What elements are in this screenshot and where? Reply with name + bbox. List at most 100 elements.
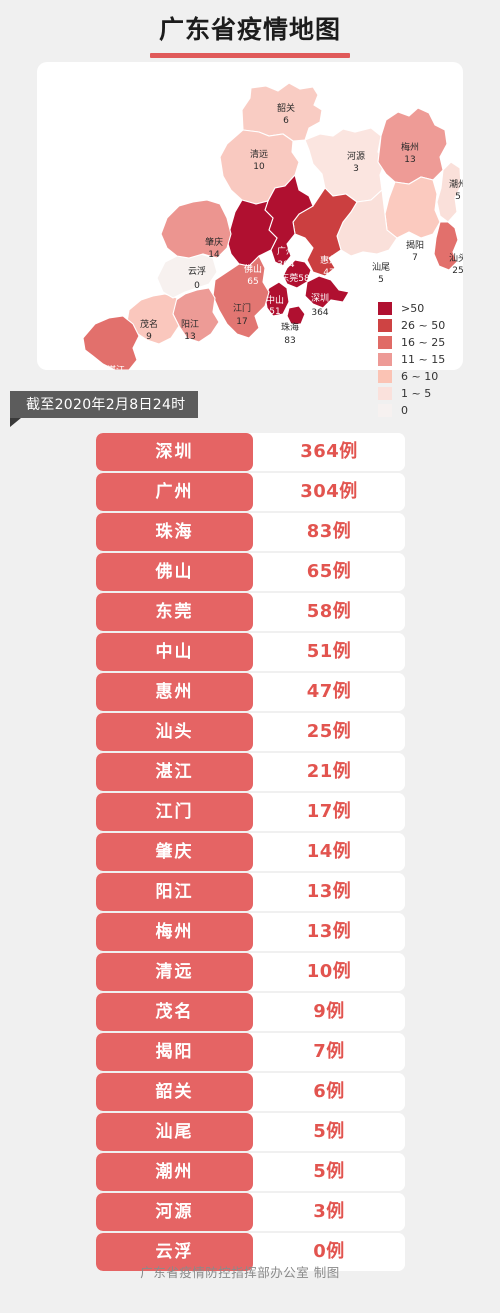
- region-zhuhai[interactable]: [286, 305, 306, 325]
- table-row-count-cell: 7例: [253, 1033, 405, 1071]
- table-row[interactable]: 阳江 13例: [96, 873, 405, 911]
- date-banner-text: 截至2020年2月8日24时: [26, 396, 186, 413]
- legend-label: >50: [401, 301, 425, 315]
- map-label-shaoguan: 韶关: [277, 102, 295, 114]
- table-row[interactable]: 茂名 9例: [96, 993, 405, 1031]
- table-row-city-name: 湛江: [155, 761, 194, 782]
- map-value-meizhou: 13: [404, 155, 415, 165]
- table-row[interactable]: 佛山 65例: [96, 553, 405, 591]
- table-row[interactable]: 中山 51例: [96, 633, 405, 671]
- table-row-city-name: 广州: [155, 481, 194, 502]
- table-row[interactable]: 河源 3例: [96, 1193, 405, 1231]
- table-row-count-value: 10例: [306, 961, 352, 982]
- table-row[interactable]: 潮州 5例: [96, 1153, 405, 1191]
- table-row[interactable]: 湛江 21例: [96, 753, 405, 791]
- map-value-chaozhou: 5: [455, 192, 461, 202]
- map-legend: >50 26 ~ 50 16 ~ 25 11 ~ 15 6 ~ 10 1 ~ 5: [378, 300, 464, 419]
- legend-label: 1 ~ 5: [401, 386, 432, 400]
- map-label-shenzhen: 深圳: [311, 293, 329, 304]
- map-value-maoming: 9: [146, 332, 152, 342]
- table-row[interactable]: 肇庆 14例: [96, 833, 405, 871]
- table-row-city-pill: 韶关: [96, 1073, 253, 1111]
- table-row-city-pill: 深圳: [96, 433, 253, 471]
- table-row-city-name: 中山: [155, 641, 194, 662]
- table-row-count-cell: 47例: [253, 673, 405, 711]
- table-row[interactable]: 广州 304例: [96, 473, 405, 511]
- table-row-city-name: 汕头: [155, 721, 194, 742]
- table-row[interactable]: 揭阳 7例: [96, 1033, 405, 1071]
- table-row[interactable]: 梅州 13例: [96, 913, 405, 951]
- map-value-yunfu: 0: [194, 281, 200, 291]
- table-row[interactable]: 东莞 58例: [96, 593, 405, 631]
- table-row-count-value: 5例: [313, 1121, 345, 1142]
- map-label-yangjiang: 阳江: [181, 319, 199, 330]
- date-banner: 截至2020年2月8日24时: [10, 391, 199, 418]
- map-label-qingyuan: 清远: [250, 148, 268, 160]
- table-row-count-value: 65例: [306, 561, 352, 582]
- table-row-count-value: 47例: [306, 681, 352, 702]
- table-row-city-pill: 湛江: [96, 753, 253, 791]
- table-row-city-pill: 中山: [96, 633, 253, 671]
- map-label-zhanjiang: 湛江: [107, 365, 125, 370]
- table-row-count-cell: 65例: [253, 553, 405, 591]
- region-heyuan[interactable]: [304, 127, 386, 203]
- legend-swatch-icon: [378, 335, 392, 349]
- table-row-city-name: 梅州: [155, 921, 194, 942]
- table-row[interactable]: 江门 17例: [96, 793, 405, 831]
- region-zhanjiang[interactable]: [82, 315, 140, 370]
- map-label-shanwei: 汕尾: [372, 262, 390, 273]
- table-row-city-name: 江门: [155, 801, 194, 822]
- map-label-huizhou: 惠州: [320, 254, 338, 266]
- table-row[interactable]: 惠州 47例: [96, 673, 405, 711]
- infographic-root: 广东省疫情地图 韶关 6 清远 10 河源 3 梅州 13 潮州 5 揭阳 7 …: [0, 0, 500, 1313]
- table-row-count-cell: 13例: [253, 873, 405, 911]
- table-row-count-value: 6例: [313, 1081, 345, 1102]
- table-row-count-cell: 10例: [253, 953, 405, 991]
- table-row-count-cell: 13例: [253, 913, 405, 951]
- legend-swatch-icon: [378, 318, 392, 332]
- map-value-shanwei: 5: [378, 275, 384, 285]
- page-title: 广东省疫情地图: [0, 8, 500, 58]
- map-label-zhongshan: 中山: [266, 294, 284, 306]
- table-row-count-cell: 17例: [253, 793, 405, 831]
- legend-item: >50: [378, 300, 464, 316]
- map-value-heyuan: 3: [353, 164, 359, 174]
- table-row-city-name: 韶关: [155, 1081, 194, 1102]
- map-value-yangjiang: 13: [184, 332, 195, 342]
- table-row[interactable]: 珠海 83例: [96, 513, 405, 551]
- table-row-city-pill: 阳江: [96, 873, 253, 911]
- table-row-city-pill: 东莞: [96, 593, 253, 631]
- table-row[interactable]: 韶关 6例: [96, 1073, 405, 1111]
- table-row-city-pill: 肇庆: [96, 833, 253, 871]
- map-label-heyuan: 河源: [347, 150, 365, 162]
- map-value-zhuhai: 83: [284, 336, 295, 346]
- table-row-count-value: 9例: [313, 1001, 345, 1022]
- legend-label: 16 ~ 25: [401, 335, 446, 349]
- table-row[interactable]: 清远 10例: [96, 953, 405, 991]
- table-row[interactable]: 汕尾 5例: [96, 1113, 405, 1151]
- legend-swatch-icon: [378, 386, 392, 400]
- table-row-city-name: 肇庆: [155, 841, 194, 862]
- region-yangjiang[interactable]: [172, 287, 220, 343]
- table-row[interactable]: 深圳 364例: [96, 433, 405, 471]
- table-row-city-pill: 清远: [96, 953, 253, 991]
- map-label-jiangmen: 江门: [233, 302, 251, 314]
- table-row-city-name: 惠州: [155, 681, 194, 702]
- legend-label: 0: [401, 403, 408, 417]
- legend-item: 1 ~ 5: [378, 385, 464, 401]
- legend-item: 26 ~ 50: [378, 317, 464, 333]
- table-row-city-name: 阳江: [155, 881, 194, 902]
- legend-label: 26 ~ 50: [401, 318, 446, 332]
- table-row[interactable]: 汕头 25例: [96, 713, 405, 751]
- region-zhaoqing[interactable]: [160, 199, 232, 259]
- table-row-count-value: 13例: [306, 881, 352, 902]
- title-underline: [150, 53, 350, 58]
- legend-item: 6 ~ 10: [378, 368, 464, 384]
- table-row-city-pill: 潮州: [96, 1153, 253, 1191]
- table-row-city-pill: 河源: [96, 1193, 253, 1231]
- map-label-foshan: 佛山: [244, 263, 262, 275]
- table-row-city-name: 佛山: [155, 561, 194, 582]
- table-row-count-value: 7例: [313, 1041, 345, 1062]
- region-jieyang[interactable]: [384, 176, 441, 239]
- table-row-count-value: 21例: [306, 761, 352, 782]
